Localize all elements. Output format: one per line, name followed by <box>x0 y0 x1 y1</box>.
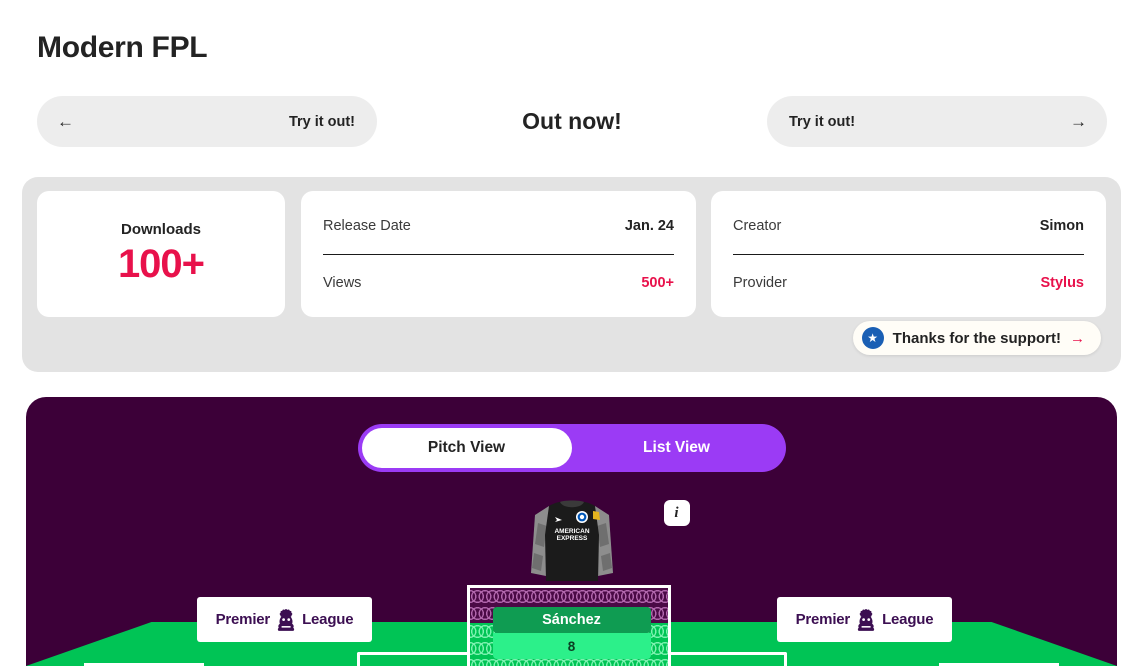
stats-panel: Downloads 100+ Release Date Jan. 24 View… <box>22 177 1121 372</box>
thanks-for-support-button[interactable]: ★ Thanks for the support! → <box>852 321 1101 355</box>
premier-league-badge-right: Premier League <box>777 597 952 642</box>
pl-word-league: League <box>882 611 934 628</box>
stat-key: Views <box>323 274 362 291</box>
navigation-row: ← Try it out! Out now! Try it out! → <box>37 96 1107 147</box>
pl-word-premier: Premier <box>795 611 851 628</box>
app-page: Modern FPL ← Try it out! Out now! Try it… <box>0 0 1143 666</box>
player-card[interactable]: Sánchez 8 <box>466 585 671 666</box>
premier-league-badge-left: Premier League <box>197 597 372 642</box>
goalkeeper-kit-icon: AMERICAN EXPRESS <box>530 500 613 581</box>
svg-text:AMERICAN: AMERICAN <box>554 528 589 535</box>
player-name: Sánchez <box>492 607 651 633</box>
stat-value: Jan. 24 <box>624 218 674 234</box>
arrow-right-icon: → <box>1070 112 1087 131</box>
stat-value: 500+ <box>641 274 674 291</box>
pl-word-league: League <box>302 611 354 628</box>
pl-word-premier: Premier <box>215 611 271 628</box>
premier-league-lion-icon <box>277 608 295 631</box>
creator-info-card: Creator Simon Provider Stylus <box>711 191 1106 317</box>
fpl-app-panel: Pitch View List View Premier League Prem… <box>26 397 1117 666</box>
player-slot[interactable]: AMERICAN EXPRESS i Sánchez 8 <box>466 495 690 666</box>
tab-pitch-view[interactable]: Pitch View <box>361 428 572 468</box>
previous-button-label: Try it out! <box>288 113 355 130</box>
goal-net-pattern: Sánchez 8 <box>469 588 668 666</box>
stat-row-views: Views 500+ <box>323 254 674 310</box>
release-info-card: Release Date Jan. 24 Views 500+ <box>301 191 696 317</box>
stat-row-provider: Provider Stylus <box>733 254 1084 310</box>
premier-league-lion-icon <box>857 608 875 631</box>
stat-key: Release Date <box>323 218 411 234</box>
downloads-card: Downloads 100+ <box>37 191 285 317</box>
stat-value: Stylus <box>1040 274 1084 291</box>
downloads-label: Downloads <box>120 221 201 238</box>
previous-button[interactable]: ← Try it out! <box>37 96 377 147</box>
stat-value: Simon <box>1039 218 1084 234</box>
stat-key: Provider <box>733 274 787 291</box>
stat-key: Creator <box>733 218 782 234</box>
svg-text:EXPRESS: EXPRESS <box>556 535 587 542</box>
arrow-right-icon: → <box>1070 329 1085 347</box>
next-button-label: Try it out! <box>789 113 856 130</box>
stat-row-release-date: Release Date Jan. 24 <box>323 198 674 254</box>
stat-row-creator: Creator Simon <box>733 198 1084 254</box>
arrow-left-icon: ← <box>57 112 74 131</box>
downloads-value: 100+ <box>117 242 205 286</box>
star-icon: ★ <box>861 327 884 349</box>
view-toggle[interactable]: Pitch View List View <box>357 424 786 472</box>
kit-wrap: AMERICAN EXPRESS i <box>467 495 690 583</box>
thanks-label: Thanks for the support! <box>892 329 1061 347</box>
info-icon[interactable]: i <box>663 500 690 526</box>
page-title: Modern FPL <box>37 31 208 64</box>
tab-list-view[interactable]: List View <box>572 428 782 468</box>
player-points: 8 <box>492 633 651 659</box>
next-button[interactable]: Try it out! → <box>767 96 1107 147</box>
